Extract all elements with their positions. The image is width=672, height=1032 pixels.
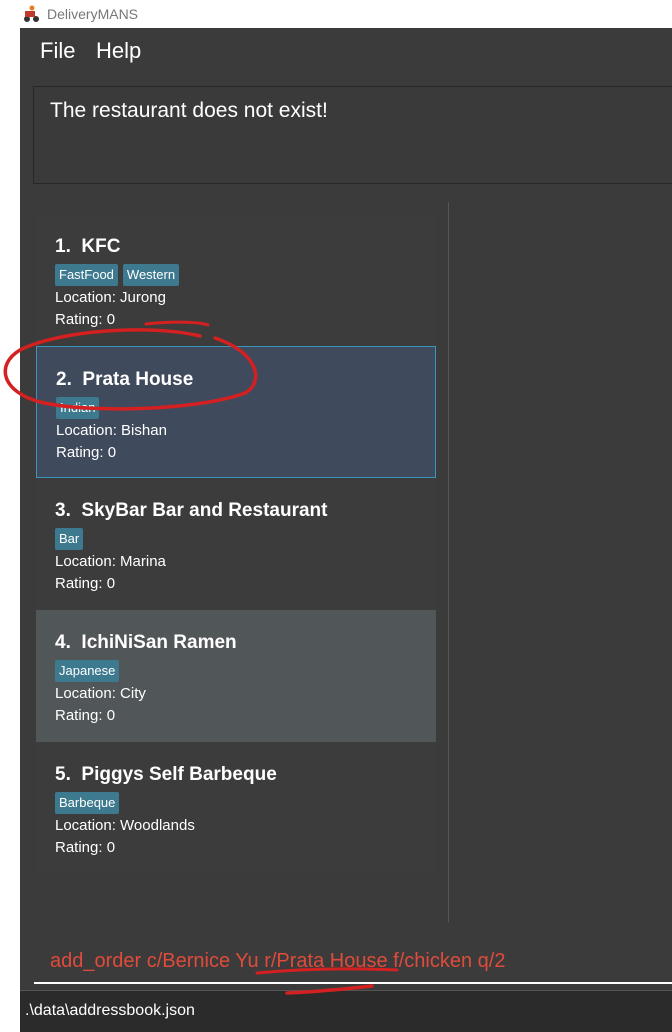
app-window: File Help The restaurant does not exist!… — [20, 28, 672, 1032]
restaurant-card-hovered[interactable]: 4. IchiNiSan Ramen Japanese Location: Ci… — [36, 610, 436, 742]
restaurant-name: 2. Prata House — [56, 369, 194, 390]
result-message: The restaurant does not exist! — [50, 99, 328, 122]
restaurant-name: 5. Piggys Self Barbeque — [55, 764, 277, 785]
restaurant-name: 1. KFC — [55, 236, 121, 257]
command-box — [20, 926, 672, 990]
tag-list: Barbeque — [55, 792, 120, 814]
tag: Japanese — [55, 660, 120, 682]
tag: Indian — [56, 397, 100, 419]
tag: Western — [122, 264, 180, 286]
window-title: DeliveryMANS — [47, 6, 139, 22]
split-pane-divider[interactable] — [448, 202, 449, 922]
tag: Bar — [55, 528, 84, 550]
restaurant-card-selected[interactable]: 2. Prata House Indian Location: Bishan R… — [36, 346, 436, 478]
status-bar: .\data\addressbook.json — [20, 990, 672, 1032]
restaurant-rating: Rating: 0 — [55, 311, 116, 328]
menu-help[interactable]: Help — [96, 38, 141, 64]
title-bar: DeliveryMANS — [0, 0, 672, 28]
main-panel: 1. KFC FastFood Western Location: Jurong… — [20, 198, 672, 926]
restaurant-card[interactable]: 1. KFC FastFood Western Location: Jurong… — [36, 214, 436, 346]
tag-list: Bar — [55, 528, 84, 550]
tag: FastFood — [55, 264, 118, 286]
restaurant-location: Location: Bishan — [56, 422, 167, 439]
menu-file[interactable]: File — [40, 38, 75, 64]
tag-list: FastFood Western — [55, 264, 180, 286]
restaurant-card[interactable]: 5. Piggys Self Barbeque Barbeque Locatio… — [36, 742, 436, 874]
command-input[interactable] — [34, 940, 672, 984]
delivery-scooter-icon — [24, 5, 39, 22]
restaurant-name: 4. IchiNiSan Ramen — [55, 632, 237, 653]
restaurant-name: 3. SkyBar Bar and Restaurant — [55, 500, 328, 521]
restaurant-location: Location: Woodlands — [55, 817, 195, 834]
restaurant-rating: Rating: 0 — [55, 839, 116, 856]
restaurant-list[interactable]: 1. KFC FastFood Western Location: Jurong… — [36, 214, 436, 876]
menu-bar: File Help — [20, 28, 672, 76]
tag-list: Japanese — [55, 660, 120, 682]
tag-list: Indian — [56, 397, 100, 419]
tag: Barbeque — [55, 792, 120, 814]
restaurant-card[interactable]: 3. SkyBar Bar and Restaurant Bar Locatio… — [36, 478, 436, 610]
restaurant-rating: Rating: 0 — [56, 444, 117, 461]
restaurant-rating: Rating: 0 — [55, 707, 116, 724]
restaurant-rating: Rating: 0 — [55, 575, 116, 592]
restaurant-location: Location: Marina — [55, 553, 166, 570]
result-display: The restaurant does not exist! — [33, 86, 672, 184]
restaurant-location: Location: City — [55, 685, 146, 702]
save-location: .\data\addressbook.json — [25, 1002, 195, 1019]
restaurant-location: Location: Jurong — [55, 289, 166, 306]
